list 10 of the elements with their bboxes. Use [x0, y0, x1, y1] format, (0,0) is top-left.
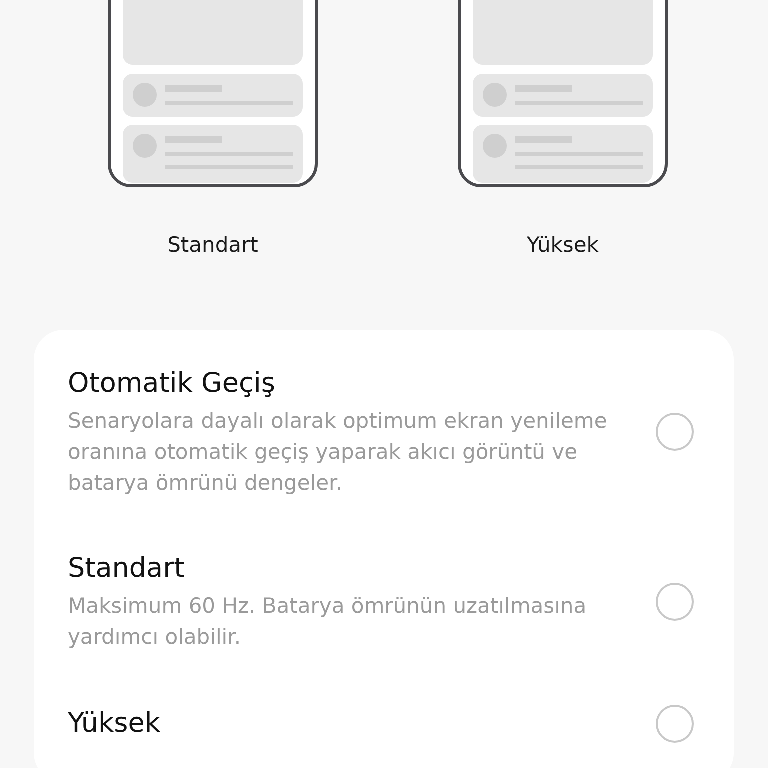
option-title: Otomatik Geçiş: [68, 366, 276, 400]
preview-label: Yüksek: [527, 232, 599, 259]
radio-button[interactable]: [656, 582, 694, 620]
radio-button[interactable]: [656, 704, 694, 742]
option-description: Senaryolara dayalı olarak optimum ekran yenileme oranına otomatik geçiş yaparak akıcı görüntü ve batarya ömrünü dengeler.: [68, 408, 608, 496]
option-description: Maksimum 60 Hz. Batarya ömrünün uzatılmasına yardımcı olabilir.: [68, 592, 588, 650]
option-title: Yüksek: [68, 706, 162, 740]
option-title: Standart: [68, 552, 186, 586]
radio-button[interactable]: [656, 413, 694, 451]
preview-label: Standart: [168, 232, 258, 259]
